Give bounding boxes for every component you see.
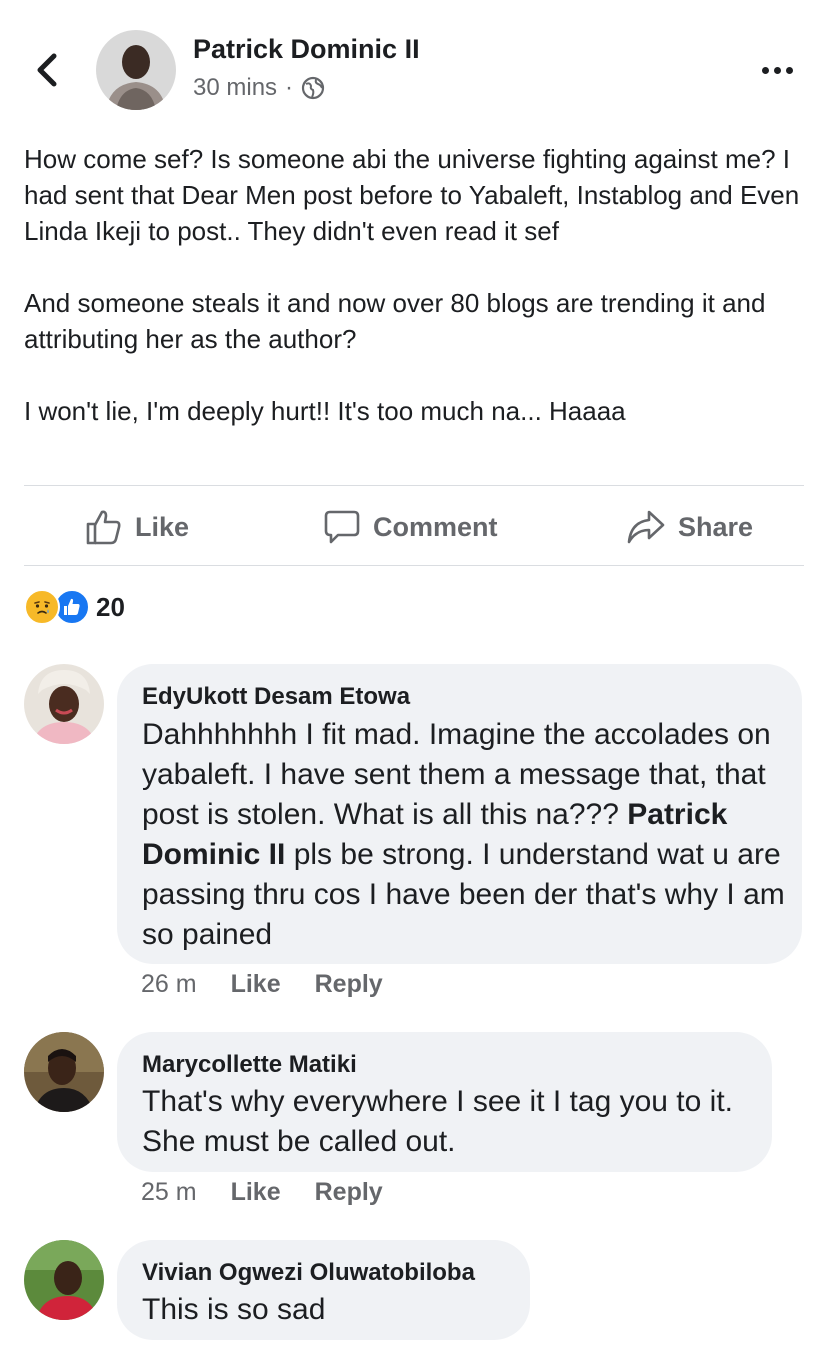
comment-label: Comment <box>373 511 498 542</box>
comment-button[interactable]: Comment <box>323 500 498 554</box>
commenter-name[interactable]: EdyUkott Desam Etowa <box>142 683 410 711</box>
reaction-summary[interactable]: 20 <box>24 589 125 625</box>
post-paragraph: And someone steals it and now over 80 bl… <box>24 288 766 354</box>
comment-footer: 26 m Like Reply <box>141 970 383 999</box>
share-label: Share <box>678 511 754 542</box>
comment-bubble-icon <box>324 510 360 544</box>
comment-reply-button[interactable]: Reply <box>315 1178 383 1207</box>
post-body: How come sef? Is someone abi the univers… <box>24 141 809 429</box>
thumbs-up-icon <box>86 510 121 545</box>
author-avatar[interactable] <box>96 30 176 110</box>
comment-text: That's why everywhere I see it I tag you… <box>142 1085 733 1158</box>
commenter-avatar[interactable] <box>24 664 104 744</box>
commenter-avatar[interactable] <box>24 1032 104 1112</box>
commenter-name[interactable]: Vivian Ogwezi Oluwatobiloba <box>142 1259 475 1287</box>
divider <box>24 565 804 566</box>
meta-separator: · <box>285 74 294 101</box>
share-arrow-icon <box>627 510 665 544</box>
back-button[interactable] <box>30 50 64 90</box>
more-dots-icon <box>762 66 769 74</box>
like-button[interactable]: Like <box>85 500 189 554</box>
post-paragraph: I won't lie, I'm deeply hurt!! It's too … <box>24 396 626 426</box>
post-author-name[interactable]: Patrick Dominic II <box>193 34 420 65</box>
sad-face-icon <box>24 589 60 625</box>
more-options-button[interactable] <box>762 58 798 82</box>
comment-text: Dahhhhhhh I fit mad. Imagine the accolad… <box>142 718 785 951</box>
chevron-left-icon <box>37 53 57 87</box>
comment-reply-button[interactable]: Reply <box>315 970 383 999</box>
comment-footer: 25 m Like Reply <box>141 1178 383 1207</box>
share-button[interactable]: Share <box>626 500 753 554</box>
globe-icon <box>301 76 325 100</box>
comment-time: 25 m <box>141 1178 197 1206</box>
like-label: Like <box>135 511 190 542</box>
comment-time: 26 m <box>141 970 197 998</box>
commenter-name[interactable]: Marycollette Matiki <box>142 1051 357 1079</box>
comment-like-button[interactable]: Like <box>231 1178 281 1207</box>
reaction-count: 20 <box>96 591 125 622</box>
comment-bubble: Marycollette Matiki That's why everywher… <box>117 1032 772 1172</box>
commenter-avatar[interactable] <box>24 1240 104 1320</box>
post-paragraph: How come sef? Is someone abi the univers… <box>24 144 800 246</box>
comment-like-button[interactable]: Like <box>231 970 281 999</box>
comment-text: This is so sad <box>142 1293 326 1326</box>
post-meta: 30 mins · <box>193 74 325 102</box>
divider <box>24 485 804 486</box>
comment-bubble: EdyUkott Desam Etowa Dahhhhhhh I fit mad… <box>117 664 802 964</box>
post-time: 30 mins <box>193 74 278 101</box>
comment-bubble: Vivian Ogwezi Oluwatobiloba This is so s… <box>117 1240 530 1340</box>
